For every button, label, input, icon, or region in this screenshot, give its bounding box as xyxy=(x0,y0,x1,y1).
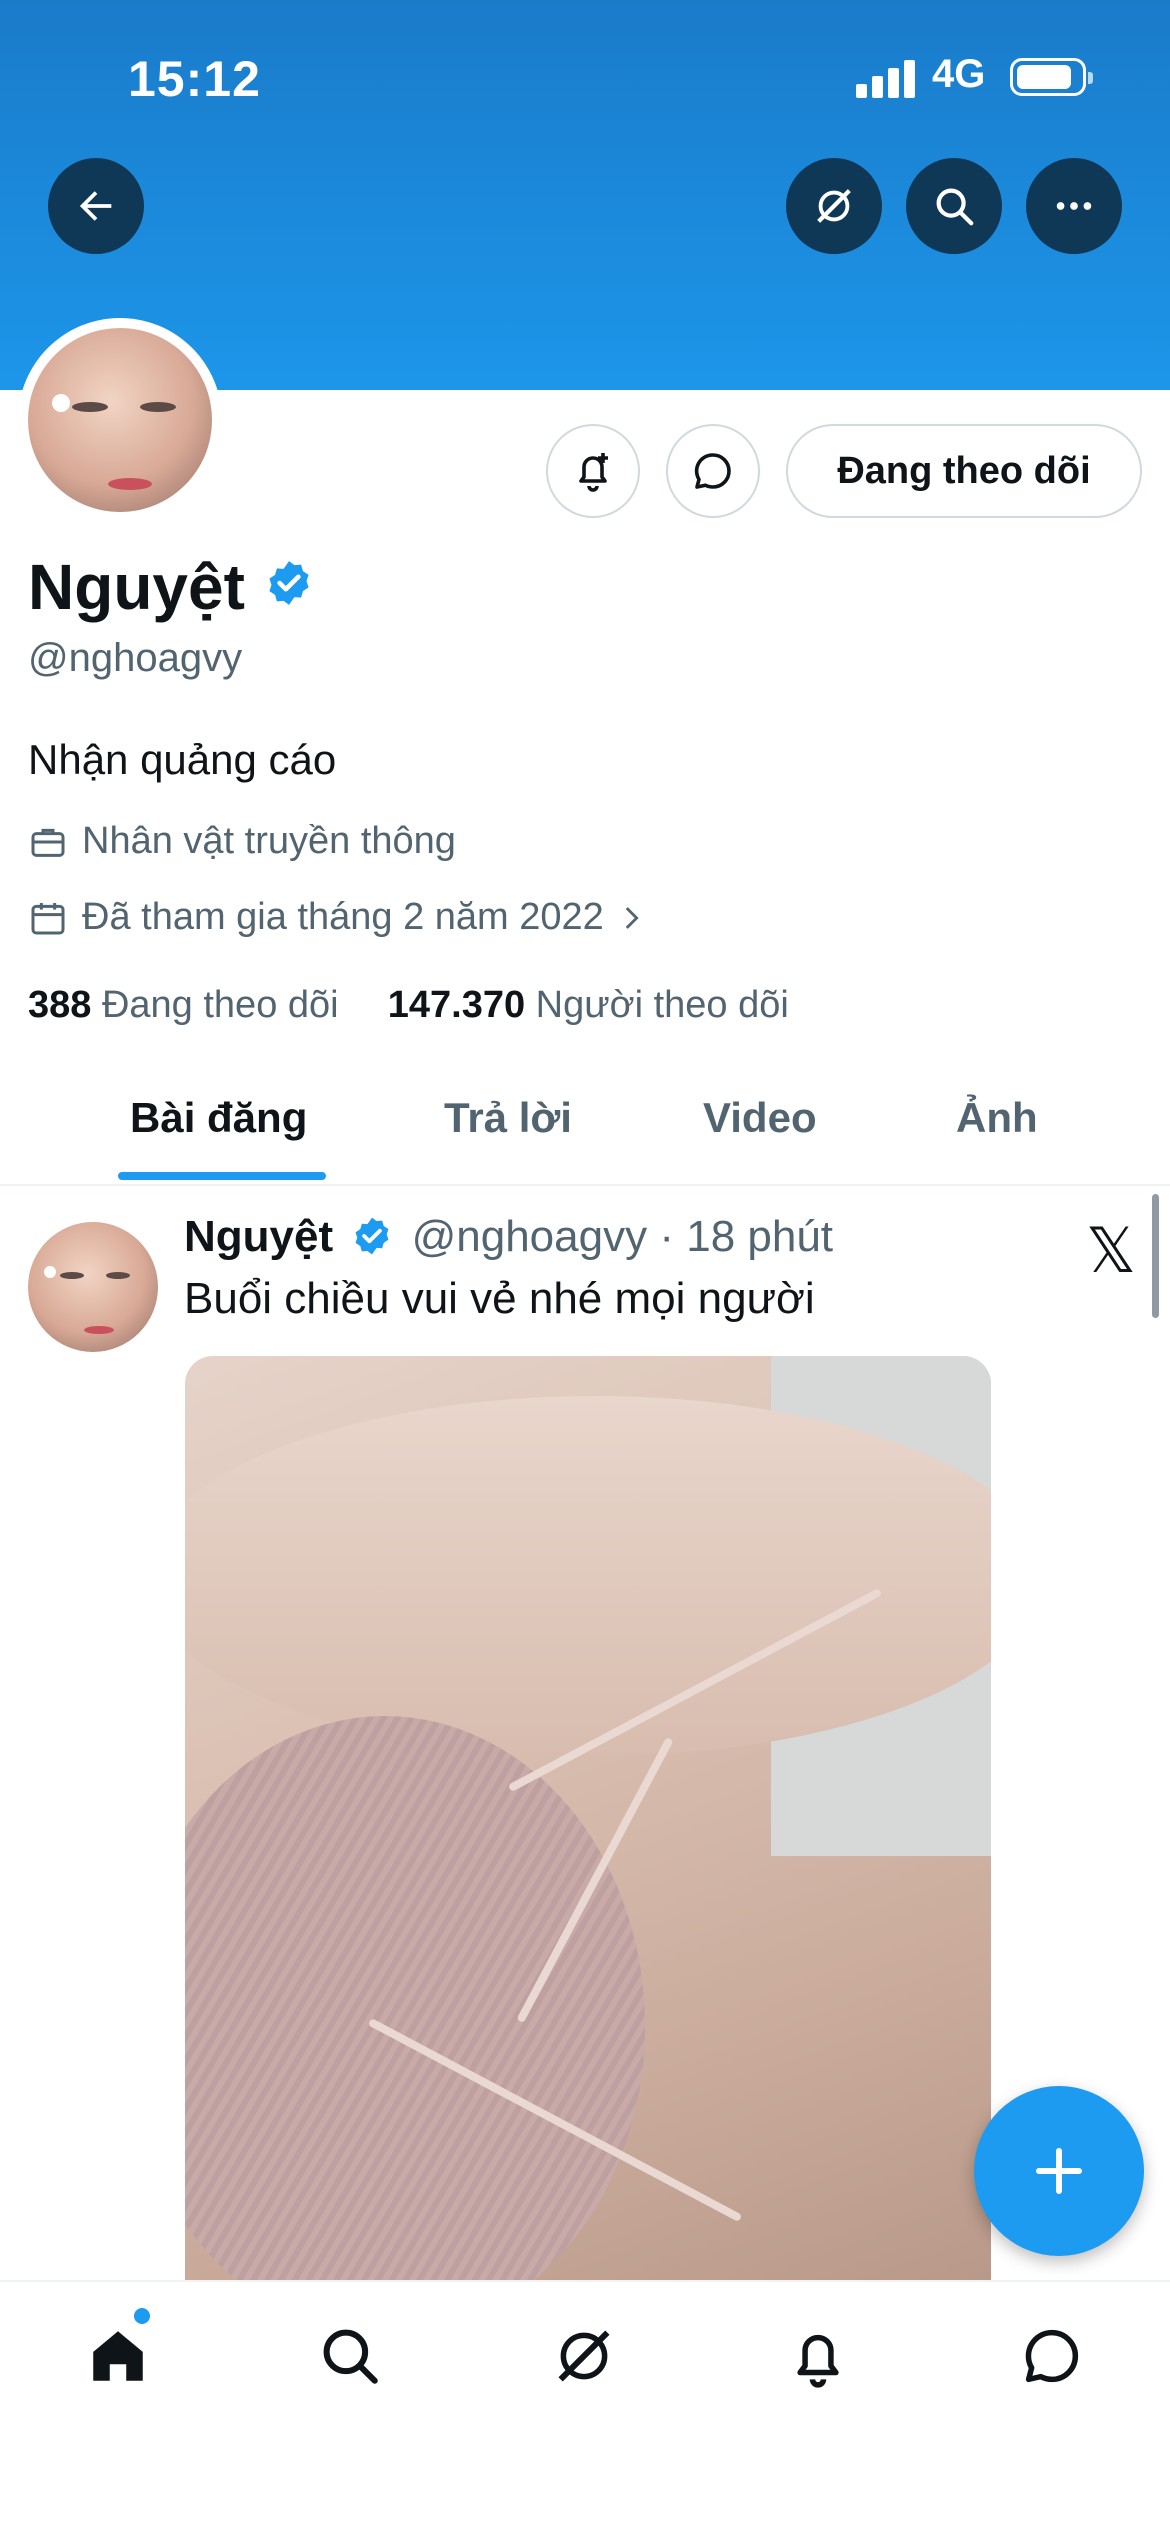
profile-tabs: Bài đăng Trả lời Video Ảnh xyxy=(0,1080,1170,1186)
search-button[interactable] xyxy=(906,158,1002,254)
following-count: 388 xyxy=(28,984,92,1026)
profile-joined[interactable]: Đã tham gia tháng 2 năm 2022 xyxy=(28,896,662,939)
post-text: Buổi chiều vui vẻ nhé mọi người xyxy=(184,1274,815,1323)
profile-bio: Nhận quảng cáo xyxy=(28,736,337,783)
plus-icon xyxy=(1036,2148,1082,2194)
post-handle: @nghoagvy xyxy=(411,1212,648,1261)
bell-plus-icon xyxy=(579,453,608,492)
notify-button[interactable] xyxy=(546,424,640,518)
message-button[interactable] xyxy=(666,424,760,518)
compose-button[interactable] xyxy=(974,2086,1144,2256)
home-icon xyxy=(93,2331,143,2381)
notification-dot xyxy=(134,2308,150,2324)
verified-badge-icon xyxy=(355,1217,389,1255)
tab-replies[interactable]: Trả lời xyxy=(444,1094,572,1142)
post-time: 18 phút xyxy=(686,1212,834,1261)
grok-button[interactable] xyxy=(786,158,882,254)
verified-badge-icon xyxy=(269,561,309,605)
profile-handle: @nghoagvy xyxy=(28,636,243,680)
messages-icon xyxy=(1025,2329,1079,2383)
profile-name: Nguyệt xyxy=(28,551,245,623)
profile-joined-label: Đã tham gia tháng 2 năm 2022 xyxy=(82,896,604,938)
back-arrow-icon xyxy=(79,191,112,221)
chevron-right-icon xyxy=(625,906,639,929)
following-label: Đang theo dõi xyxy=(101,984,339,1026)
nav-grok[interactable] xyxy=(548,2320,620,2392)
following-button[interactable]: Đang theo dõi xyxy=(786,424,1142,518)
nav-search[interactable] xyxy=(314,2320,386,2392)
x-logo-icon: 𝕏 xyxy=(1086,1214,1136,1287)
followers-stat[interactable]: 147.370 Người theo dõi xyxy=(388,984,789,1026)
tab-photos[interactable]: Ảnh xyxy=(956,1094,1038,1142)
active-tab-indicator xyxy=(118,1172,326,1180)
profile-category-label: Nhân vật truyền thông xyxy=(82,820,456,862)
grok-icon xyxy=(558,2330,610,2382)
calendar-icon xyxy=(31,902,65,934)
briefcase-icon xyxy=(31,828,65,857)
search-icon xyxy=(936,188,974,226)
post-author[interactable]: Nguyệt xyxy=(184,1212,333,1261)
profile-stats: 388 Đang theo dõi 147.370 Người theo dõi xyxy=(28,984,789,1027)
signal-icon xyxy=(856,58,916,98)
tab-video[interactable]: Video xyxy=(703,1094,817,1142)
more-icon xyxy=(1056,202,1092,210)
nav-messages[interactable] xyxy=(1016,2320,1088,2392)
post-separator: · xyxy=(659,1212,674,1261)
profile-category: Nhân vật truyền thông xyxy=(28,820,456,863)
nav-home[interactable] xyxy=(82,2320,154,2392)
status-time: 15:12 xyxy=(128,51,261,107)
back-button[interactable] xyxy=(48,158,144,254)
followers-count: 147.370 xyxy=(387,984,526,1026)
followers-label: Người theo dõi xyxy=(535,984,789,1026)
profile-avatar[interactable] xyxy=(18,318,222,522)
chat-bubble-icon xyxy=(694,453,731,489)
bottom-nav xyxy=(0,2280,1170,2534)
scrollbar-thumb[interactable] xyxy=(1152,1194,1159,1318)
notifications-icon xyxy=(797,2334,839,2388)
battery-icon xyxy=(1010,58,1093,96)
network-label: 4G xyxy=(932,52,986,96)
grok-icon xyxy=(817,189,851,223)
more-button[interactable] xyxy=(1026,158,1122,254)
following-stat[interactable]: 388 Đang theo dõi xyxy=(28,984,339,1026)
tab-posts[interactable]: Bài đăng xyxy=(130,1094,307,1142)
post-avatar[interactable] xyxy=(28,1222,158,1352)
search-icon xyxy=(323,2329,378,2384)
nav-notifications[interactable] xyxy=(782,2320,854,2392)
post-image[interactable] xyxy=(185,1356,991,2281)
post-header: Nguyệt @nghoagvy · 18 phút xyxy=(184,1212,833,1262)
